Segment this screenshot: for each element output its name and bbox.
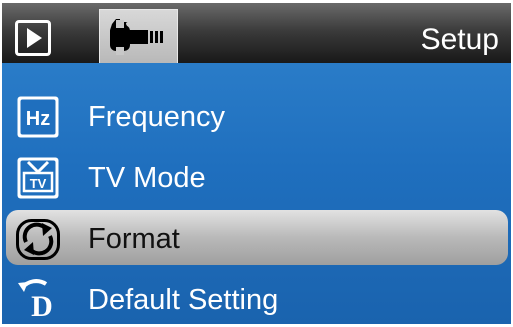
menu-item-format[interactable]: Format — [2, 209, 511, 269]
default-setting-icon: D — [18, 279, 53, 322]
menu-item-default-setting[interactable]: D Default Setting — [2, 270, 511, 324]
menu-item-label: Format — [88, 223, 180, 255]
svg-text:D: D — [31, 290, 53, 322]
play-tab[interactable] — [15, 20, 51, 56]
svg-text:TV: TV — [30, 176, 47, 191]
format-icon — [16, 219, 60, 260]
menu-item-label: Frequency — [88, 101, 226, 133]
play-icon — [27, 28, 42, 48]
wrench-icon — [110, 19, 163, 55]
setup-menu: Hz Frequency TV TV Mode Format D Default… — [2, 63, 511, 324]
hz-icon: Hz — [17, 96, 59, 138]
tv-icon: TV — [17, 157, 59, 199]
camera-setup-screen: Setup Hz Frequency TV TV Mode Format D D… — [2, 3, 511, 324]
menu-item-label: Default Setting — [88, 284, 279, 316]
menu-item-tv-mode[interactable]: TV TV Mode — [2, 148, 511, 208]
svg-text:Hz: Hz — [26, 108, 50, 130]
page-title: Setup — [420, 23, 499, 56]
menu-item-frequency[interactable]: Hz Frequency — [2, 87, 511, 147]
menu-item-label: TV Mode — [88, 162, 206, 194]
setup-tab[interactable] — [99, 9, 178, 65]
